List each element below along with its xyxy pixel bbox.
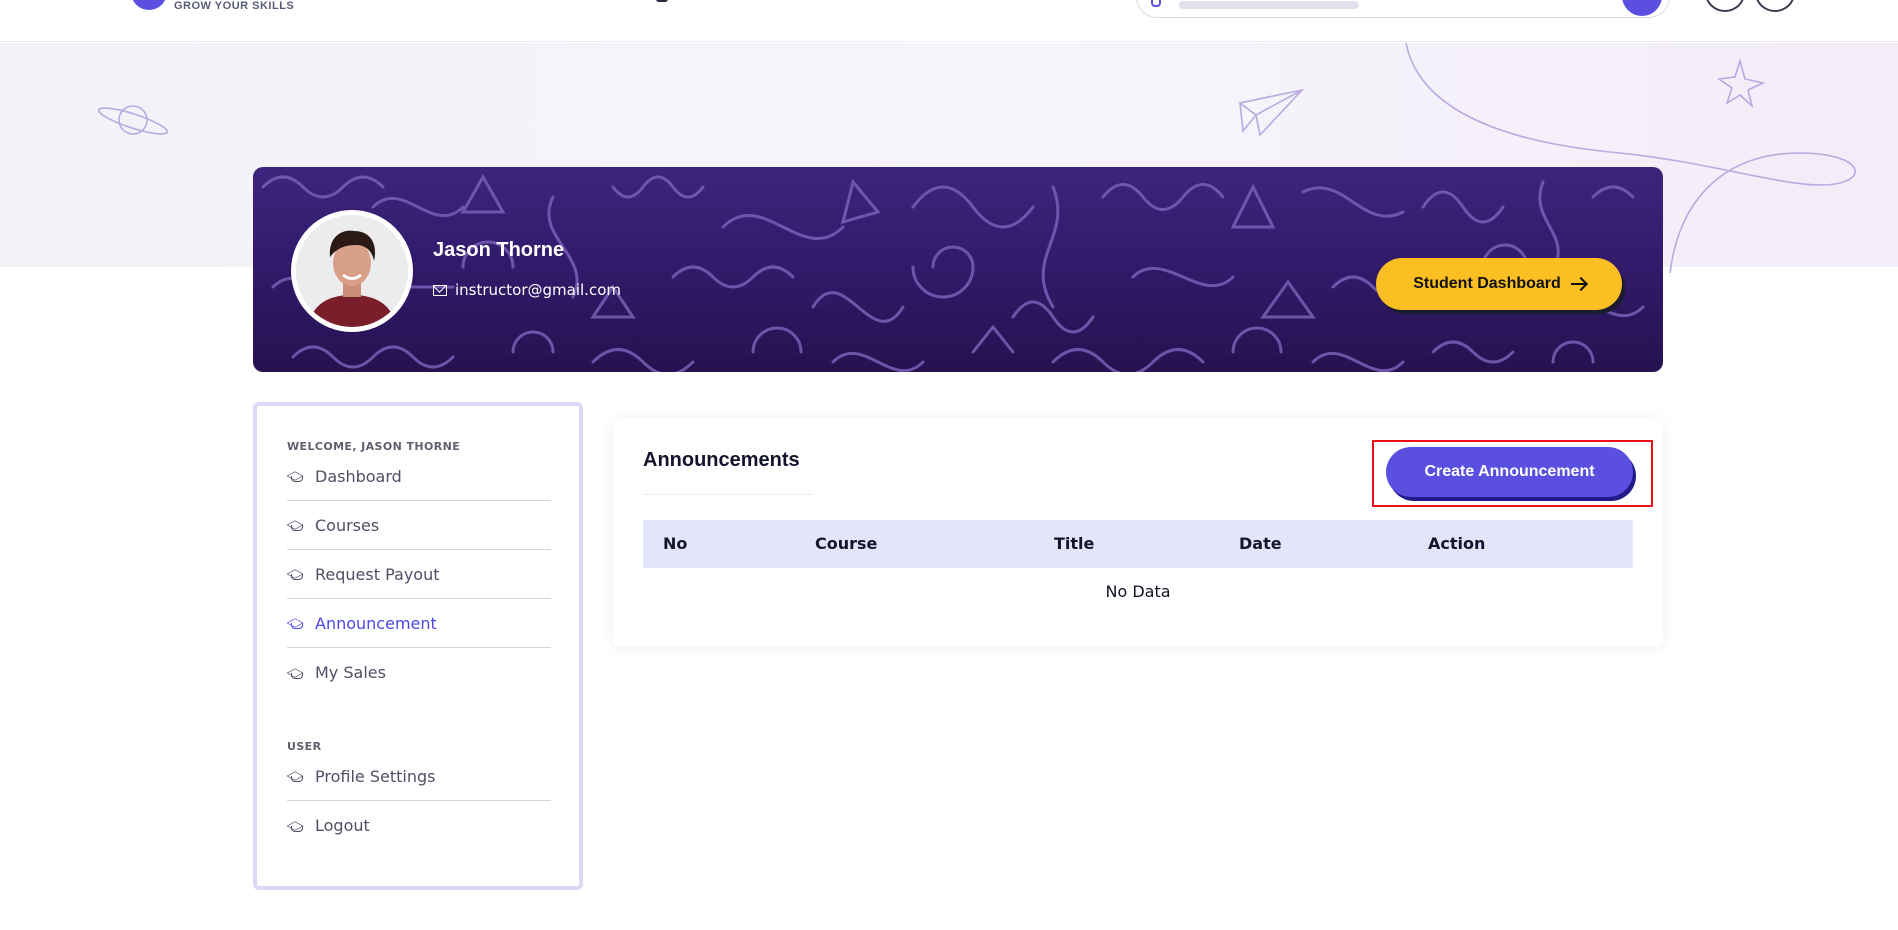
sidebar-item-label: Announcement [315,613,437,633]
sidebar-item-label: Profile Settings [315,766,436,786]
sidebar-item-request-payout[interactable]: Request Payout [287,550,551,599]
search-placeholder [1179,1,1359,9]
nav-menu-item[interactable] [656,0,668,2]
column-header-action: Action [1428,534,1486,553]
profile-photo [296,215,408,327]
mail-icon [433,284,447,296]
sidebar-item-my-sales[interactable]: My Sales [287,648,551,697]
graduation-cap-icon [287,568,305,580]
title-divider [643,494,813,495]
column-header-course: Course [815,534,878,553]
graduation-cap-icon [287,617,305,629]
sidebar-item-label: Courses [315,515,380,535]
sidebar-item-label: Request Payout [315,564,440,584]
graduation-cap-icon [287,667,305,679]
profile-email: instructor@gmail.com [433,281,621,299]
empty-state-text: No Data [1105,582,1171,601]
user-menu-icon[interactable] [1755,0,1795,12]
sidebar-item-profile-settings[interactable]: Profile Settings [287,752,551,801]
logo-tagline: GROW YOUR SKILLS [174,0,295,12]
star-icon [1716,58,1766,109]
top-header: GROW YOUR SKILLS [0,0,1898,42]
arrow-right-icon [1570,283,1585,285]
logo-icon[interactable] [131,0,167,10]
sidebar-item-label: My Sales [315,663,386,682]
column-header-date: Date [1239,534,1282,553]
sidebar-item-label: Logout [315,816,370,835]
sidebar-item-courses[interactable]: Courses [287,501,551,550]
graduation-cap-icon [287,519,305,531]
sidebar-item-announcement[interactable]: Announcement [287,599,551,648]
table-header: No Course Title Date Action [643,520,1633,568]
create-announcement-button[interactable]: Create Announcement [1386,447,1633,497]
graduation-cap-icon [287,820,305,832]
student-dashboard-button[interactable]: Student Dashboard [1376,258,1622,310]
category-icon [1151,0,1161,7]
graduation-cap-icon [287,770,305,782]
graduation-cap-icon [287,470,305,482]
column-header-title: Title [1054,534,1095,553]
column-header-no: No [663,534,688,553]
sidebar-item-dashboard[interactable]: Dashboard [287,452,551,501]
announcements-card: Announcements Create Announcement No Cou… [613,418,1663,646]
sidebar: WELCOME, JASON THORNE Dashboard Courses … [253,402,583,890]
profile-banner: Jason Thorne instructor@gmail.com Studen… [253,167,1663,372]
sidebar-item-logout[interactable]: Logout [287,801,551,850]
profile-email-text: instructor@gmail.com [455,281,621,299]
page-title: Announcements [643,449,800,471]
paper-plane-icon [1238,88,1305,137]
profile-name: Jason Thorne [433,239,565,261]
search-input[interactable] [1136,0,1670,18]
student-dashboard-label: Student Dashboard [1413,275,1561,292]
cart-icon[interactable] [1705,0,1745,12]
sidebar-item-label: Dashboard [315,466,402,486]
avatar [291,210,413,332]
planet-icon [97,105,169,135]
